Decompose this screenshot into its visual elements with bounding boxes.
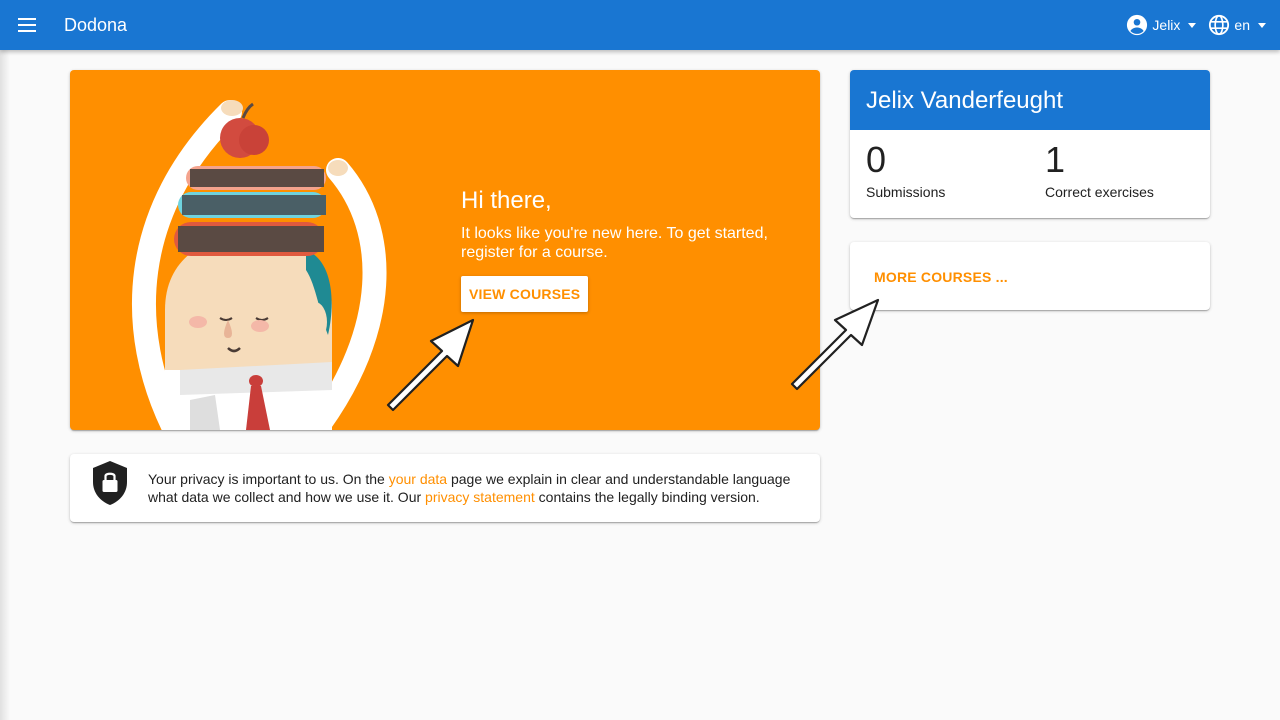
chevron-down-icon: [1188, 22, 1197, 28]
privacy-text-1: Your privacy is important to us. On the: [148, 471, 389, 487]
profile-name: Jelix Vanderfeught: [850, 70, 1210, 130]
chevron-down-icon: [1258, 22, 1266, 28]
welcome-subtitle: It looks like you're new here. To get st…: [461, 225, 768, 261]
welcome-text: Hi there, It looks like you're new here.…: [461, 186, 791, 312]
view-courses-button[interactable]: VIEW COURSES: [461, 276, 589, 312]
top-app-bar: Dodona Jelix en: [0, 0, 1280, 50]
submissions-label: Submissions: [866, 184, 946, 200]
user-name-label: Jelix: [1152, 17, 1181, 33]
user-profile-card: Jelix Vanderfeught 0 Submissions 1 Corre…: [850, 70, 1210, 218]
welcome-title: Hi there,: [461, 187, 552, 214]
topbar-actions: Jelix en: [1120, 0, 1280, 50]
brand-title[interactable]: Dodona: [64, 15, 127, 36]
correct-exercises-stat: 1 Correct exercises: [1045, 139, 1154, 201]
correct-exercises-label: Correct exercises: [1045, 184, 1154, 200]
more-courses-link[interactable]: MORE COURSES ...: [874, 269, 1008, 285]
language-menu-button[interactable]: en: [1202, 0, 1272, 50]
privacy-message: Your privacy is important to us. On the …: [148, 470, 798, 506]
your-data-link[interactable]: your data: [389, 471, 447, 487]
shield-lock-icon: [93, 461, 127, 505]
submissions-count: 0: [866, 139, 887, 180]
welcome-card: Hi there, It looks like you're new here.…: [70, 70, 820, 430]
user-menu-button[interactable]: Jelix: [1120, 0, 1202, 50]
privacy-text-3: contains the legally binding version.: [534, 489, 760, 505]
language-label: en: [1234, 17, 1250, 33]
account-circle-icon: [1127, 14, 1148, 36]
submissions-stat: 0 Submissions: [866, 139, 946, 201]
globe-icon: [1209, 14, 1230, 36]
more-courses-card: MORE COURSES ...: [850, 242, 1210, 310]
privacy-statement-link[interactable]: privacy statement: [425, 489, 535, 505]
privacy-card: Your privacy is important to us. On the …: [70, 454, 820, 522]
menu-icon: [18, 18, 36, 32]
drawer-edge-shadow: [0, 50, 10, 720]
menu-button[interactable]: [0, 0, 56, 50]
correct-exercises-count: 1: [1045, 139, 1066, 180]
